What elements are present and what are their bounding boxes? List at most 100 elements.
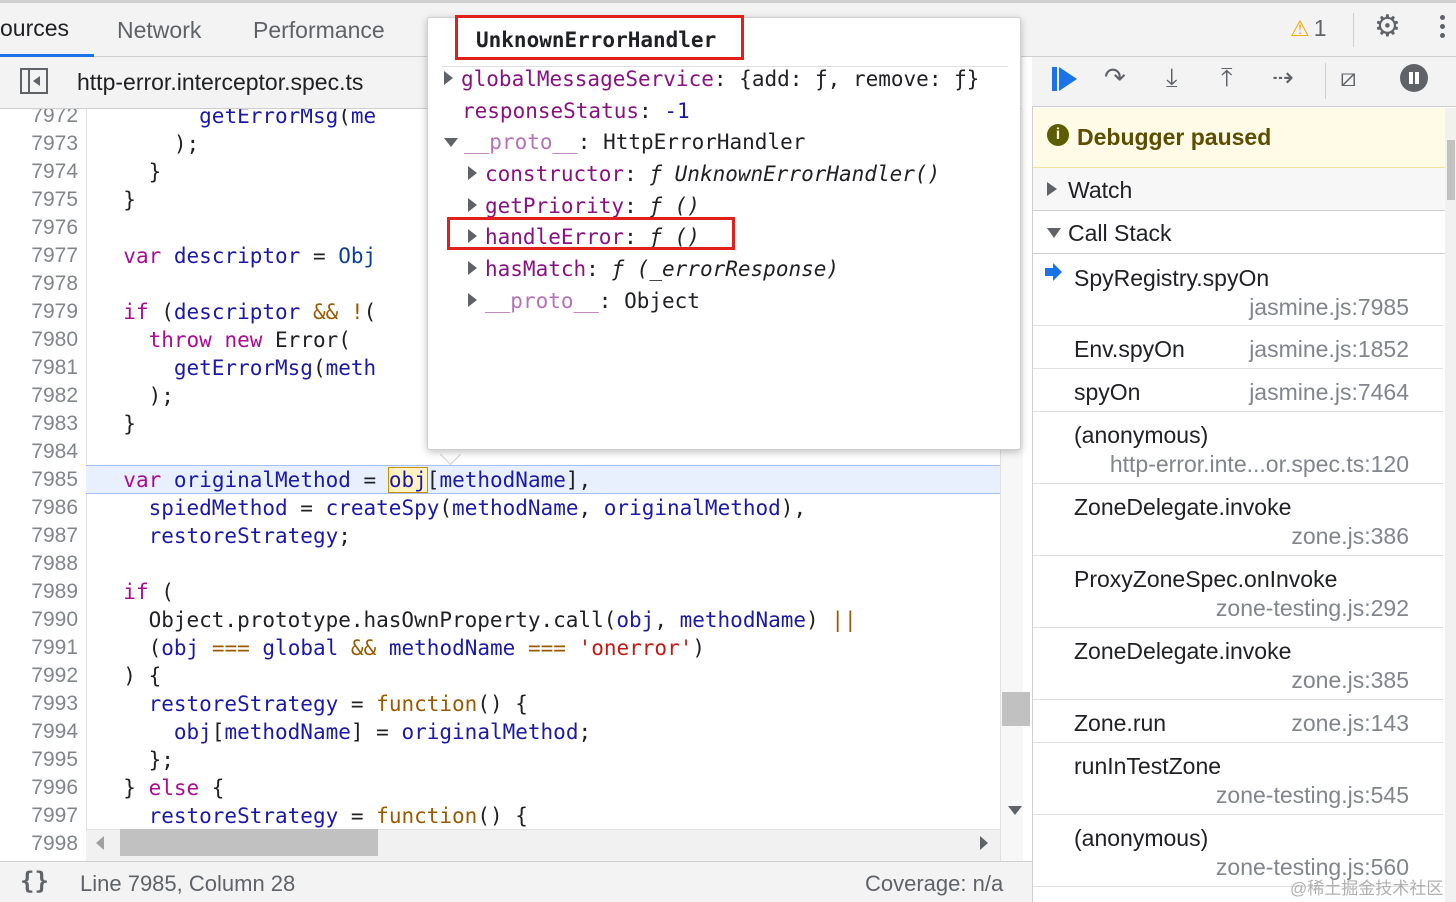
frame-location[interactable]: http-error.inte...or.spec.ts:120 bbox=[1110, 451, 1409, 478]
code-line: Object.prototype.hasOwnProperty.call(obj… bbox=[98, 608, 857, 632]
line-number[interactable]: 7982 bbox=[0, 382, 78, 410]
editor-horizontal-scroll-thumb[interactable] bbox=[120, 829, 378, 856]
call-frame[interactable]: ZoneDelegate.invoke zone.js:385 bbox=[1033, 628, 1443, 700]
file-tab-http-error-interceptor-spec[interactable]: http-error.interceptor.spec.ts bbox=[77, 69, 363, 96]
property-value: {add: ƒ, remove: ƒ} bbox=[739, 67, 980, 91]
collapse-arrow-icon[interactable] bbox=[444, 138, 458, 147]
pretty-print-button[interactable]: {} bbox=[20, 867, 49, 895]
call-frame[interactable]: (anonymous) http-error.inte...or.spec.ts… bbox=[1033, 412, 1443, 484]
frame-location[interactable]: zone-testing.js:545 bbox=[1216, 782, 1409, 809]
step-over-icon[interactable]: ↷ bbox=[1104, 62, 1126, 93]
line-number[interactable]: 7976 bbox=[0, 214, 78, 242]
hovered-token-obj[interactable]: obj bbox=[387, 467, 428, 493]
property-row[interactable]: constructor: ƒ UnknownErrorHandler() bbox=[468, 159, 940, 189]
warnings-counter[interactable]: ⚠ 1 bbox=[1290, 15, 1327, 42]
callstack-section-header[interactable]: Call Stack bbox=[1033, 211, 1445, 254]
property-row[interactable]: __proto__: Object bbox=[468, 286, 700, 316]
call-frame[interactable]: Env.spyOn jasmine.js:1852 bbox=[1033, 326, 1443, 369]
line-number[interactable]: 7986 bbox=[0, 494, 78, 522]
line-number[interactable]: 7977 bbox=[0, 242, 78, 270]
line-number[interactable]: 7984 bbox=[0, 438, 78, 466]
watch-label: Watch bbox=[1068, 177, 1133, 203]
code-line: if ( bbox=[123, 580, 174, 604]
scroll-right-arrow-icon[interactable] bbox=[980, 836, 988, 850]
code-line: ) { bbox=[98, 664, 162, 688]
expand-arrow-icon bbox=[1047, 182, 1057, 196]
line-number[interactable]: 7995 bbox=[0, 746, 78, 774]
watermark: @稀土掘金技术社区 bbox=[1290, 879, 1444, 898]
line-number[interactable]: 7978 bbox=[0, 270, 78, 298]
expand-arrow-icon[interactable] bbox=[468, 261, 477, 275]
frame-location[interactable]: jasmine.js:7464 bbox=[1249, 379, 1409, 406]
step-out-icon[interactable]: ⤒ bbox=[1221, 62, 1233, 94]
frame-location[interactable]: zone.js:143 bbox=[1291, 710, 1409, 737]
expand-arrow-icon[interactable] bbox=[468, 198, 477, 212]
tab-network[interactable]: Network bbox=[117, 3, 201, 57]
frame-name: ProxyZoneSpec.onInvoke bbox=[1074, 566, 1338, 592]
line-number[interactable]: 7997 bbox=[0, 802, 78, 829]
line-number[interactable]: 7987 bbox=[0, 522, 78, 550]
property-row[interactable]: hasMatch: ƒ (_errorResponse) bbox=[468, 254, 839, 284]
line-number[interactable]: 7972 bbox=[0, 109, 78, 130]
property-key: constructor bbox=[485, 162, 625, 186]
code-line: restoreStrategy = function() { bbox=[148, 804, 528, 828]
deactivate-breakpoints-icon[interactable]: ⧄ bbox=[1340, 62, 1357, 94]
line-number[interactable]: 7991 bbox=[0, 634, 78, 662]
step-into-icon[interactable]: ⤓ bbox=[1166, 62, 1178, 94]
line-number[interactable]: 7989 bbox=[0, 578, 78, 606]
line-number[interactable]: 7988 bbox=[0, 550, 78, 578]
property-value: ƒ (_errorResponse) bbox=[611, 257, 840, 281]
frame-location[interactable]: zone.js:386 bbox=[1291, 523, 1409, 550]
line-number[interactable]: 7973 bbox=[0, 130, 78, 158]
call-frame[interactable]: Zone.run zone.js:143 bbox=[1033, 700, 1443, 743]
gear-icon[interactable]: ⚙ bbox=[1374, 9, 1401, 44]
line-number[interactable]: 7994 bbox=[0, 718, 78, 746]
line-number[interactable]: 7974 bbox=[0, 158, 78, 186]
property-row[interactable]: __proto__: HttpErrorHandler bbox=[444, 127, 805, 157]
line-number[interactable]: 7996 bbox=[0, 774, 78, 802]
step-icon[interactable]: ⇢ bbox=[1272, 62, 1294, 93]
sidebar-vertical-scroll-thumb[interactable] bbox=[1447, 140, 1455, 200]
property-row[interactable]: globalMessageService: {add: ƒ, remove: ƒ… bbox=[444, 64, 979, 94]
code-line: restoreStrategy; bbox=[148, 524, 351, 548]
call-frame[interactable]: runInTestZone zone-testing.js:545 bbox=[1033, 743, 1443, 815]
call-frame[interactable]: spyOn jasmine.js:7464 bbox=[1033, 369, 1443, 412]
sidebar-vertical-scrollbar[interactable] bbox=[1445, 108, 1456, 902]
frame-location[interactable]: zone-testing.js:292 bbox=[1216, 595, 1409, 622]
call-frame[interactable]: ProxyZoneSpec.onInvoke zone-testing.js:2… bbox=[1033, 556, 1443, 628]
line-number[interactable]: 7992 bbox=[0, 662, 78, 690]
editor-vertical-scroll-thumb[interactable] bbox=[1002, 692, 1030, 726]
scroll-left-arrow-icon[interactable] bbox=[96, 836, 104, 850]
line-number[interactable]: 7998 bbox=[0, 830, 78, 858]
expand-arrow-icon[interactable] bbox=[444, 71, 453, 85]
frame-location[interactable]: jasmine.js:7985 bbox=[1249, 294, 1409, 321]
tab-sources[interactable]: ources bbox=[0, 3, 94, 57]
call-frame[interactable]: SpyRegistry.spyOn jasmine.js:7985 bbox=[1033, 254, 1443, 326]
line-number[interactable]: 7983 bbox=[0, 410, 78, 438]
line-number[interactable]: 7993 bbox=[0, 690, 78, 718]
line-number[interactable]: 7979 bbox=[0, 298, 78, 326]
line-number[interactable]: 7985 bbox=[0, 466, 78, 494]
navigator-toggle-icon[interactable] bbox=[20, 68, 48, 94]
line-number[interactable]: 7980 bbox=[0, 326, 78, 354]
expand-arrow-icon[interactable] bbox=[468, 166, 477, 180]
frame-location[interactable]: jasmine.js:1852 bbox=[1249, 336, 1409, 363]
code-line-current: var originalMethod = obj[methodName], bbox=[123, 467, 592, 493]
line-number[interactable]: 7990 bbox=[0, 606, 78, 634]
tab-performance[interactable]: Performance bbox=[253, 3, 385, 57]
call-frame[interactable]: ZoneDelegate.invoke zone.js:386 bbox=[1033, 484, 1443, 556]
line-number[interactable]: 7975 bbox=[0, 186, 78, 214]
frame-name: Zone.run bbox=[1074, 710, 1167, 736]
pause-on-exceptions-icon[interactable] bbox=[1400, 64, 1428, 95]
callstack-label: Call Stack bbox=[1068, 220, 1172, 246]
resume-icon[interactable] bbox=[1052, 64, 1077, 95]
scroll-down-arrow-icon[interactable] bbox=[1008, 806, 1022, 815]
expand-arrow-icon[interactable] bbox=[468, 293, 477, 307]
toolbar-divider bbox=[1325, 63, 1326, 99]
more-vert-icon[interactable] bbox=[1440, 11, 1450, 42]
watch-section-header[interactable]: Watch bbox=[1033, 168, 1445, 211]
code-line: obj[methodName] = originalMethod; bbox=[173, 720, 592, 744]
line-number[interactable]: 7981 bbox=[0, 354, 78, 382]
frame-location[interactable]: zone.js:385 bbox=[1291, 667, 1409, 694]
frame-name: spyOn bbox=[1074, 379, 1141, 405]
